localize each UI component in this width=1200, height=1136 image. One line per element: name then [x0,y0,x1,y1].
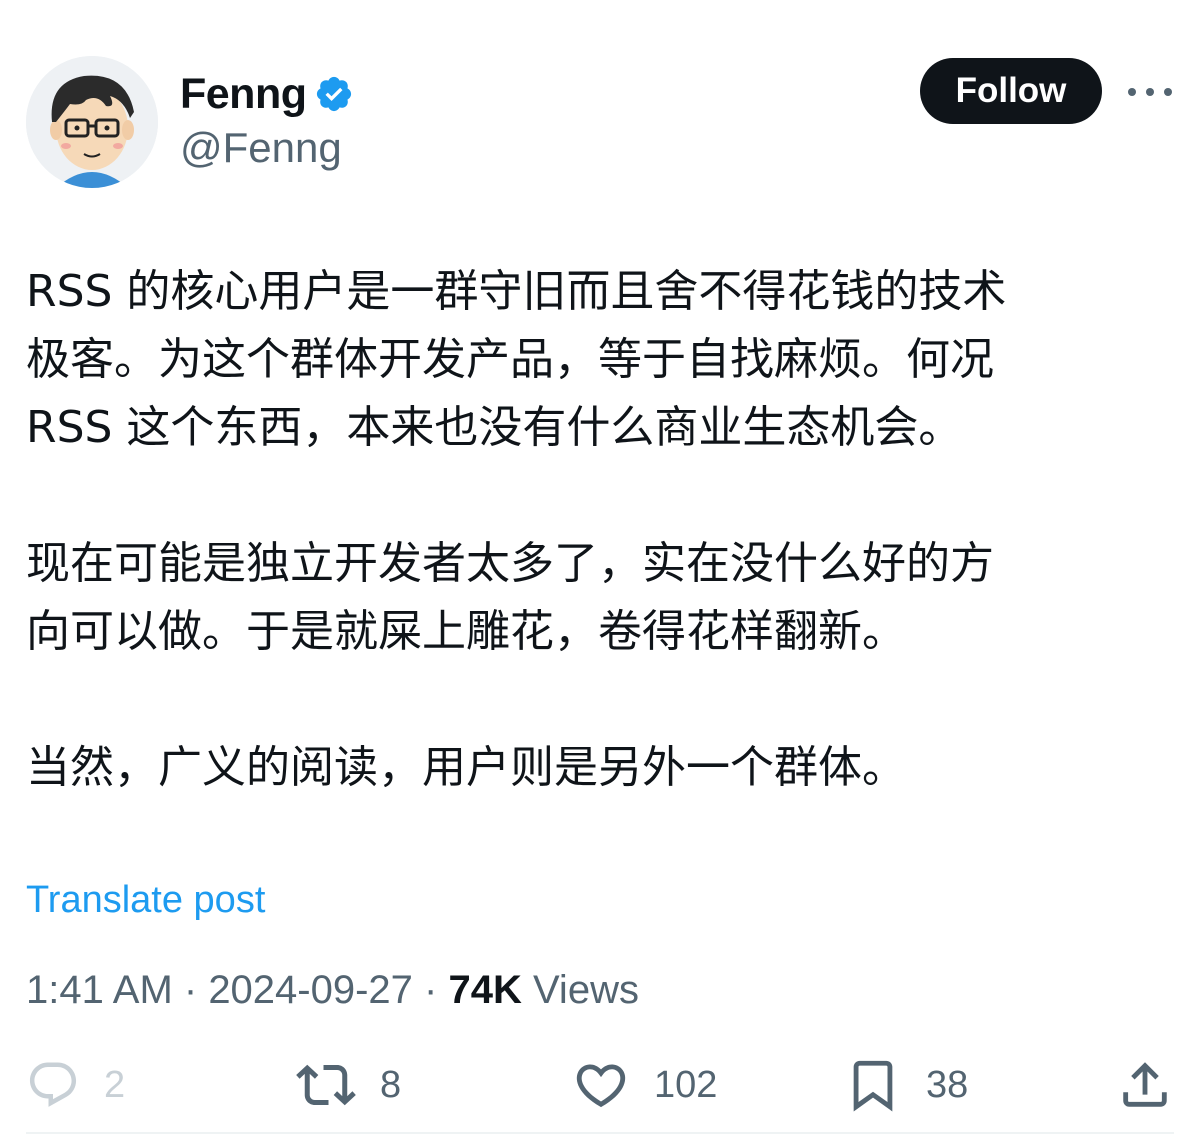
post-paragraph: 现在可能是独立开发者太多了，实在没什么好的方 向可以做。于是就屎上雕花，卷得花样… [26,538,994,657]
more-dot [1146,88,1154,96]
repost-icon [296,1064,356,1106]
author-display-name[interactable]: Fenng [180,66,307,122]
share-icon [1123,1062,1167,1107]
translate-post-link[interactable]: Translate post [26,872,265,928]
post-paragraph: RSS 的核心用户是一群守旧而且舍不得花钱的技术 极客。为这个群体开发产品，等于… [26,266,1007,453]
meta-separator: · [412,968,449,1012]
reply-button[interactable]: 2 [26,1050,125,1120]
author-name-row: Fenng [180,66,354,122]
more-horizontal-icon[interactable] [1128,80,1172,104]
post-time[interactable]: 1:41 AM [26,968,173,1012]
cartoon-avatar-glasses-icon [26,56,158,188]
like-count: 102 [654,1063,718,1106]
post-text: RSS 的核心用户是一群守旧而且舍不得花钱的技术 极客。为这个群体开发产品，等于… [26,258,1166,870]
divider [26,1132,1174,1134]
share-button[interactable] [1116,1050,1174,1120]
repost-button[interactable]: 8 [296,1050,401,1120]
reply-icon [29,1062,77,1107]
verified-badge-icon[interactable] [314,74,354,114]
author-handle[interactable]: @Fenng [180,120,342,176]
meta-separator: · [172,968,209,1012]
avatar[interactable] [26,56,158,188]
post-meta: 1:41 AM · 2024-09-27 · 74K Views [26,960,639,1020]
more-dot [1128,88,1136,96]
bookmark-button[interactable]: 38 [844,1050,968,1120]
bookmark-count: 38 [926,1063,969,1106]
repost-count: 8 [380,1063,402,1106]
like-button[interactable]: 102 [572,1050,717,1120]
heart-icon [576,1064,626,1108]
bookmark-icon [853,1060,893,1112]
reply-count: 2 [104,1063,126,1106]
post-paragraph: 当然，广义的阅读，用户则是另外一个群体。 [26,742,906,793]
views-label: Views [521,968,639,1012]
action-bar: 2 8 102 38 [0,1050,1200,1120]
post-date[interactable]: 2024-09-27 [208,968,413,1012]
more-dot [1164,88,1172,96]
follow-button[interactable]: Follow [920,58,1102,124]
views-count: 74K [448,968,522,1012]
